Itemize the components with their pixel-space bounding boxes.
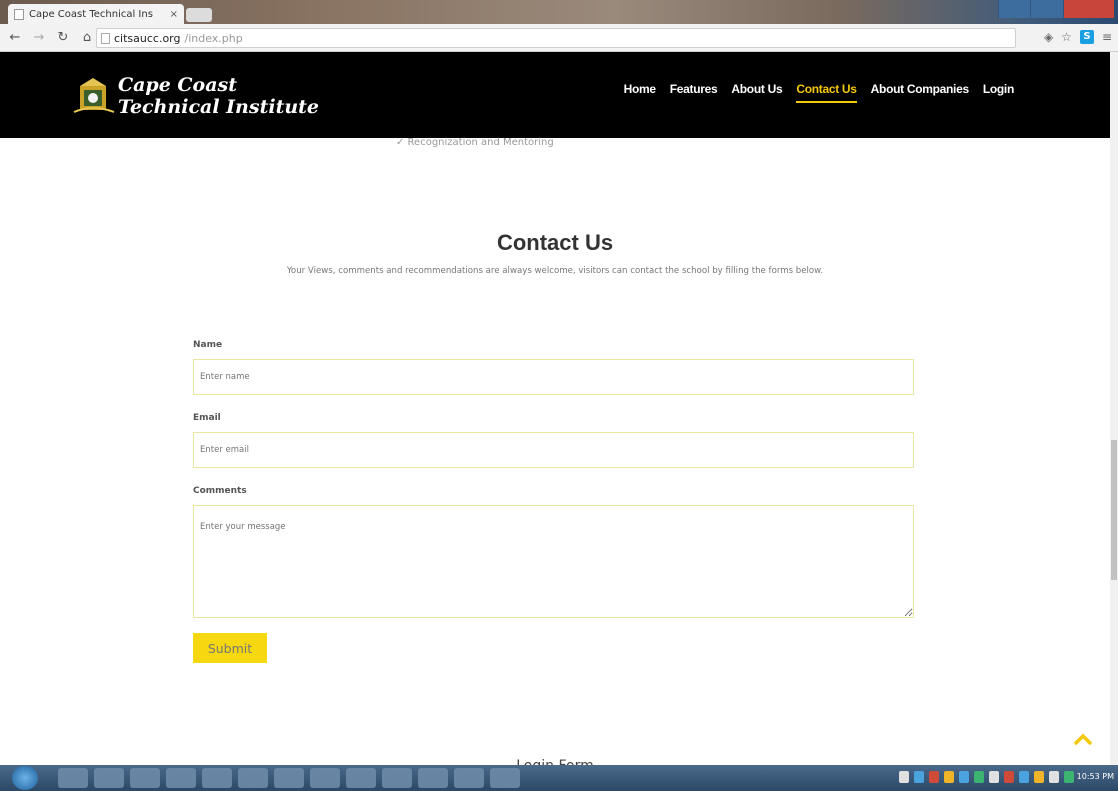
system-tray bbox=[899, 771, 1074, 783]
name-label: Name bbox=[193, 340, 223, 350]
tray-icon[interactable] bbox=[959, 771, 969, 783]
maximize-button[interactable] bbox=[1030, 0, 1063, 18]
taskbar-app[interactable] bbox=[166, 768, 196, 788]
taskbar-app[interactable] bbox=[274, 768, 304, 788]
url-host: citsaucc.org bbox=[114, 31, 181, 45]
nav-login[interactable]: Login bbox=[983, 82, 1014, 103]
contact-subtitle: Your Views, comments and recommendations… bbox=[286, 266, 824, 276]
brand-line-1: Cape Coast bbox=[118, 74, 238, 96]
tab-title: Cape Coast Technical Ins bbox=[29, 8, 153, 20]
taskbar-app[interactable] bbox=[94, 768, 124, 788]
nav-contact-us[interactable]: Contact Us bbox=[796, 82, 857, 103]
volume-icon[interactable] bbox=[1049, 771, 1059, 783]
brand-line-2: Technical Institute bbox=[118, 96, 320, 118]
nav-features[interactable]: Features bbox=[670, 82, 718, 103]
window-close-button[interactable] bbox=[1062, 0, 1114, 18]
taskbar-app[interactable] bbox=[58, 768, 88, 788]
contact-title: Contact Us bbox=[496, 230, 614, 255]
network-icon[interactable] bbox=[1064, 771, 1074, 783]
contact-form: Name Email Comments Submit bbox=[193, 340, 914, 663]
tray-icon[interactable] bbox=[1019, 771, 1029, 783]
start-button-icon[interactable] bbox=[12, 766, 38, 790]
browser-tab[interactable]: Cape Coast Technical Ins × bbox=[8, 4, 184, 24]
taskbar-app[interactable] bbox=[382, 768, 412, 788]
taskbar-app[interactable] bbox=[310, 768, 340, 788]
taskbar-app[interactable] bbox=[130, 768, 160, 788]
institute-crest-icon bbox=[73, 78, 115, 113]
tray-icon[interactable] bbox=[974, 771, 984, 783]
forward-icon[interactable]: → bbox=[30, 30, 48, 45]
taskbar-app[interactable] bbox=[346, 768, 376, 788]
taskbar-app[interactable] bbox=[238, 768, 268, 788]
browser-tabstrip: Cape Coast Technical Ins × bbox=[0, 0, 1118, 24]
email-field[interactable] bbox=[193, 432, 914, 468]
os-taskbar: 10:53 PM bbox=[0, 765, 1118, 791]
minimize-button[interactable] bbox=[998, 0, 1031, 18]
comments-label: Comments bbox=[193, 486, 247, 496]
address-bar[interactable]: citsaucc.org/index.php bbox=[96, 28, 1016, 48]
email-label: Email bbox=[193, 413, 221, 423]
skype-extension-icon[interactable]: S bbox=[1079, 30, 1094, 44]
new-tab-button[interactable] bbox=[186, 8, 212, 22]
tray-icon[interactable] bbox=[1034, 771, 1044, 783]
site-brand[interactable]: Cape Coast Technical Institute bbox=[118, 74, 319, 118]
scroll-to-top-icon[interactable] bbox=[1074, 730, 1092, 748]
nav-about-companies[interactable]: About Companies bbox=[871, 82, 969, 103]
taskbar-app[interactable] bbox=[202, 768, 232, 788]
scrollbar-thumb[interactable] bbox=[1111, 440, 1117, 580]
tray-icon[interactable] bbox=[899, 771, 909, 783]
nav-about-us[interactable]: About Us bbox=[731, 82, 782, 103]
url-path: /index.php bbox=[184, 31, 243, 45]
toolbar-right: ◈ ☆ S ≡ bbox=[1044, 30, 1112, 44]
window-controls bbox=[998, 0, 1114, 18]
name-field[interactable] bbox=[193, 359, 914, 395]
site-header: Cape Coast Technical Institute Home Feat… bbox=[0, 52, 1110, 138]
page-icon bbox=[101, 32, 110, 44]
browser-toolbar: ← → ↻ ⌂ citsaucc.org/index.php ◈ ☆ S ≡ bbox=[0, 24, 1118, 52]
home-icon[interactable]: ⌂ bbox=[78, 30, 96, 45]
tray-icon[interactable] bbox=[944, 771, 954, 783]
nav-home[interactable]: Home bbox=[624, 82, 656, 103]
previous-section-text: ✓ Recognization and Mentoring bbox=[396, 137, 554, 148]
tray-icon[interactable] bbox=[989, 771, 999, 783]
taskbar-clock[interactable]: 10:53 PM bbox=[1077, 772, 1114, 781]
menu-icon[interactable]: ≡ bbox=[1102, 30, 1112, 44]
back-icon[interactable]: ← bbox=[6, 30, 24, 45]
page-scrollbar[interactable] bbox=[1110, 52, 1118, 765]
tab-close-icon[interactable]: × bbox=[170, 9, 178, 20]
extension-icon[interactable]: ◈ bbox=[1044, 30, 1053, 44]
submit-button[interactable]: Submit bbox=[193, 633, 267, 663]
page-favicon-icon bbox=[14, 8, 24, 20]
main-nav: Home Features About Us Contact Us About … bbox=[624, 82, 1014, 103]
taskbar-app[interactable] bbox=[418, 768, 448, 788]
tray-icon[interactable] bbox=[1004, 771, 1014, 783]
taskbar-app[interactable] bbox=[454, 768, 484, 788]
comments-field[interactable] bbox=[193, 505, 914, 618]
reload-icon[interactable]: ↻ bbox=[54, 30, 72, 45]
taskbar-app[interactable] bbox=[490, 768, 520, 788]
tray-icon[interactable] bbox=[929, 771, 939, 783]
star-icon[interactable]: ☆ bbox=[1061, 30, 1072, 44]
tray-icon[interactable] bbox=[914, 771, 924, 783]
